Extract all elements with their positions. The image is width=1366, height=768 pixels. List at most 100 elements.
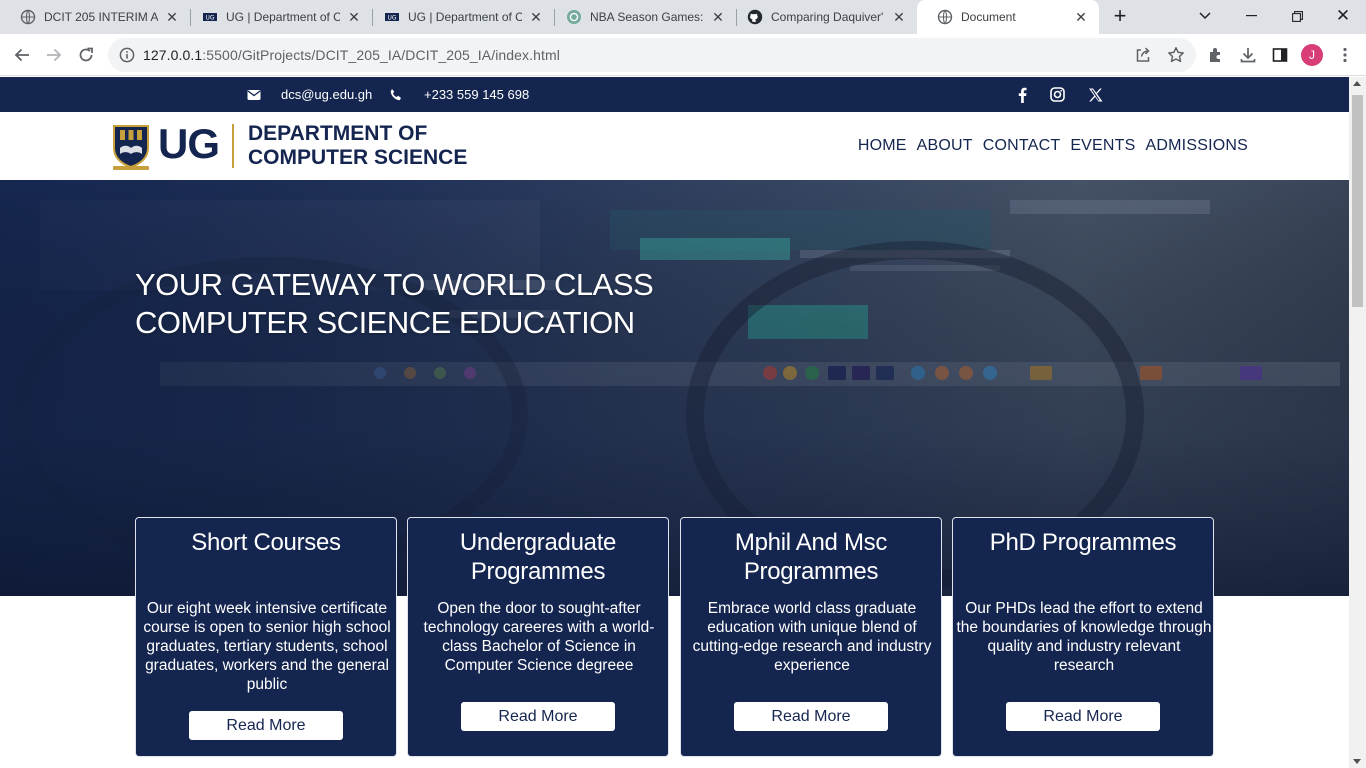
minimize-button[interactable] <box>1228 0 1274 32</box>
chatgpt-icon <box>566 9 582 25</box>
download-icon[interactable] <box>1232 39 1264 71</box>
reload-icon[interactable] <box>70 39 102 71</box>
card-phd: PhD Programmes Our PHDs lead the effort … <box>952 517 1214 757</box>
instagram-icon[interactable] <box>1050 77 1065 112</box>
phone-icon <box>389 77 403 112</box>
card-undergraduate: Undergraduate Programmes Open the door t… <box>407 517 669 757</box>
profile-avatar[interactable]: J <box>1301 44 1323 66</box>
read-more-button[interactable]: Read More <box>1006 702 1160 731</box>
card-description: Our eight week intensive certificate cou… <box>143 600 391 693</box>
browser-tab-strip: DCIT 205 INTERIM AS ✕ UG UG | Department… <box>0 0 1366 34</box>
card-title-line: Short Courses <box>191 529 341 556</box>
facebook-icon[interactable] <box>1016 77 1028 112</box>
scroll-up-arrow-icon[interactable] <box>1353 81 1361 86</box>
github-icon <box>747 9 763 25</box>
browser-tab-active[interactable]: Document ✕ <box>917 0 1099 34</box>
card-title: Undergraduate Programmes <box>408 528 668 586</box>
tab-title: DCIT 205 INTERIM AS <box>44 10 158 24</box>
card-title-line: Programmes <box>470 558 606 585</box>
hero-title: YOUR GATEWAY TO WORLD CLASS COMPUTER SCI… <box>135 266 654 342</box>
logo-divider <box>232 124 234 168</box>
scrollbar-thumb[interactable] <box>1352 95 1363 307</box>
card-description: Open the door to sought-after technology… <box>423 600 655 674</box>
site-header: UG DEPARTMENT OF COMPUTER SCIENCE HOME A… <box>0 112 1349 180</box>
svg-text:UG: UG <box>205 15 214 22</box>
browser-tab[interactable]: Comparing Daquiver' ✕ <box>727 0 917 34</box>
contact-topbar: dcs@ug.edu.gh +233 559 145 698 <box>0 77 1349 112</box>
close-icon[interactable]: ✕ <box>891 9 907 26</box>
ug-crest-logo[interactable] <box>111 122 151 177</box>
logo-dept-line2: COMPUTER SCIENCE <box>248 146 468 169</box>
extensions-icon[interactable] <box>1200 39 1232 71</box>
card-description: Our PHDs lead the effort to extend the b… <box>956 600 1212 674</box>
hero-title-line2: COMPUTER SCIENCE EDUCATION <box>135 305 635 340</box>
card-title: PhD Programmes <box>953 528 1213 557</box>
restore-button[interactable] <box>1274 0 1320 32</box>
logo-ug-text: UG <box>158 120 220 167</box>
close-icon[interactable]: ✕ <box>164 9 180 26</box>
read-more-button[interactable]: Read More <box>461 702 615 731</box>
share-icon[interactable] <box>1134 46 1152 69</box>
svg-text:UG: UG <box>387 15 396 22</box>
nav-about[interactable]: ABOUT <box>917 137 973 155</box>
tab-title: Document <box>961 10 1016 24</box>
browser-tab[interactable]: DCIT 205 INTERIM AS ✕ <box>0 0 190 34</box>
tab-search-icon[interactable] <box>1182 0 1228 32</box>
card-mphil-msc: Mphil And Msc Programmes Embrace world c… <box>680 517 942 757</box>
browser-tab[interactable]: UG UG | Department of C ✕ <box>364 0 554 34</box>
url-text: 127.0.0.1:5500/GitProjects/DCIT_205_IA/D… <box>143 47 560 63</box>
card-title-line: Undergraduate <box>459 529 617 556</box>
ug-favicon-icon: UG <box>202 9 218 25</box>
card-title: Short Courses <box>136 528 396 557</box>
site-info-icon[interactable] <box>119 47 135 68</box>
close-icon[interactable]: ✕ <box>710 9 726 26</box>
tab-title: NBA Season Games: ( <box>590 10 704 24</box>
url-path: :5500/GitProjects/DCIT_205_IA/DCIT_205_I… <box>202 47 560 63</box>
nav-contact[interactable]: CONTACT <box>983 137 1061 155</box>
url-host: 127.0.0.1 <box>143 47 203 63</box>
page-viewport: dcs@ug.edu.gh +233 559 145 698 UG DEPART… <box>0 77 1349 768</box>
mail-icon <box>247 77 261 112</box>
close-icon[interactable]: ✕ <box>528 9 544 26</box>
bookmark-star-icon[interactable] <box>1167 46 1185 69</box>
nav-events[interactable]: EVENTS <box>1070 137 1135 155</box>
tab-title: UG | Department of C <box>408 10 522 24</box>
back-arrow-icon[interactable] <box>6 39 38 71</box>
read-more-button[interactable]: Read More <box>189 711 343 740</box>
scroll-down-arrow-icon[interactable] <box>1353 759 1361 764</box>
card-description: Embrace world class graduate education w… <box>692 600 932 674</box>
card-title-line: PhD Programmes <box>989 529 1177 556</box>
browser-tab[interactable]: UG UG | Department of C ✕ <box>182 0 372 34</box>
card-title-line: Mphil And Msc <box>734 529 888 556</box>
x-twitter-icon[interactable] <box>1088 77 1103 112</box>
close-icon[interactable]: ✕ <box>1073 9 1089 26</box>
main-nav: HOME ABOUT CONTACT EVENTS ADMISSIONS <box>858 112 1248 180</box>
globe-icon <box>937 9 953 25</box>
new-tab-button[interactable]: + <box>1097 0 1143 32</box>
nav-home[interactable]: HOME <box>858 137 907 155</box>
close-icon[interactable]: ✕ <box>346 9 362 26</box>
globe-icon <box>20 9 36 25</box>
side-panel-icon[interactable] <box>1264 39 1296 71</box>
ug-favicon-icon: UG <box>384 9 400 25</box>
tab-title: UG | Department of C <box>226 10 340 24</box>
contact-email[interactable]: dcs@ug.edu.gh <box>281 77 372 112</box>
close-window-button[interactable]: ✕ <box>1320 0 1366 32</box>
card-short-courses: Short Courses Our eight week intensive c… <box>135 517 397 757</box>
browser-tab[interactable]: NBA Season Games: ( ✕ <box>546 0 736 34</box>
card-title-line: Programmes <box>743 558 879 585</box>
logo-dept-line1: DEPARTMENT OF <box>248 122 428 145</box>
programme-cards: Short Courses Our eight week intensive c… <box>135 517 1214 757</box>
contact-phone[interactable]: +233 559 145 698 <box>424 77 529 112</box>
hero-title-line1: YOUR GATEWAY TO WORLD CLASS <box>135 267 654 302</box>
address-bar[interactable]: 127.0.0.1:5500/GitProjects/DCIT_205_IA/D… <box>108 38 1196 72</box>
address-toolbar: 127.0.0.1:5500/GitProjects/DCIT_205_IA/D… <box>0 34 1366 76</box>
menu-kebab-icon[interactable] <box>1329 39 1361 71</box>
nav-admissions[interactable]: ADMISSIONS <box>1146 137 1248 155</box>
logo-department-name: DEPARTMENT OF COMPUTER SCIENCE <box>248 122 467 170</box>
read-more-button[interactable]: Read More <box>734 702 888 731</box>
tab-title: Comparing Daquiver' <box>771 10 884 24</box>
vertical-scrollbar[interactable] <box>1349 77 1366 768</box>
forward-arrow-icon[interactable] <box>38 39 70 71</box>
card-title: Mphil And Msc Programmes <box>681 528 941 586</box>
